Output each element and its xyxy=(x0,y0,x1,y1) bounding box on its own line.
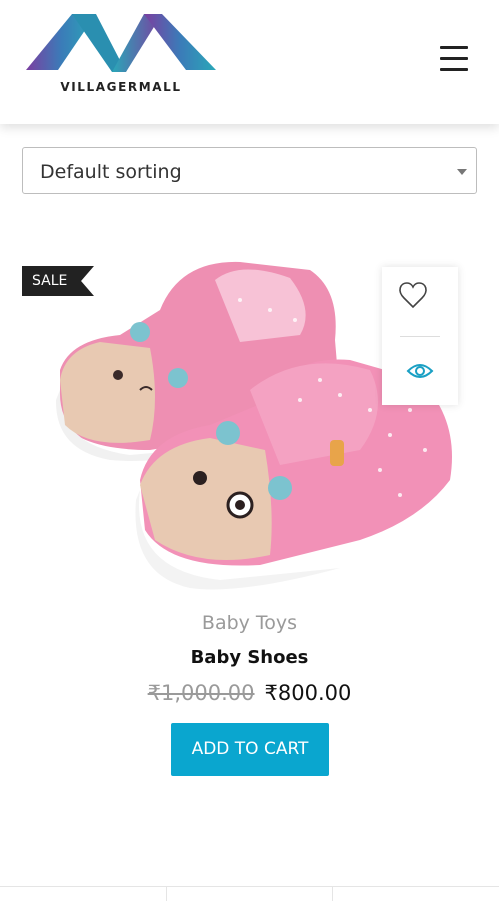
logo-mark-icon xyxy=(26,14,216,72)
original-price: ₹1,000.00 xyxy=(147,681,255,705)
product-title[interactable]: Baby Shoes xyxy=(0,647,499,668)
actions-divider xyxy=(400,336,440,337)
sorting-selected-value: Default sorting xyxy=(40,161,182,183)
site-header: VILLAGERMALL xyxy=(0,0,499,124)
add-to-cart-button[interactable]: ADD TO CART xyxy=(171,723,329,776)
add-to-wishlist-button[interactable] xyxy=(382,267,458,331)
quick-view-button[interactable] xyxy=(382,341,458,405)
next-row-cell xyxy=(0,887,167,901)
heart-icon xyxy=(399,282,427,309)
product-category[interactable]: Baby Toys xyxy=(0,612,499,634)
hamburger-menu-icon[interactable] xyxy=(430,42,480,76)
villagermall-logo[interactable]: VILLAGERMALL xyxy=(26,14,216,104)
next-row-divider xyxy=(0,886,499,901)
chevron-down-icon xyxy=(457,169,467,175)
logo-text: VILLAGERMALL xyxy=(60,80,182,94)
next-row-cell xyxy=(166,887,333,901)
product-actions-panel xyxy=(382,267,458,405)
sorting-select[interactable]: Default sorting xyxy=(22,147,477,194)
product-price: ₹1,000.00 ₹800.00 xyxy=(0,681,499,705)
eye-icon xyxy=(406,364,434,378)
sale-price: ₹800.00 xyxy=(264,681,352,705)
